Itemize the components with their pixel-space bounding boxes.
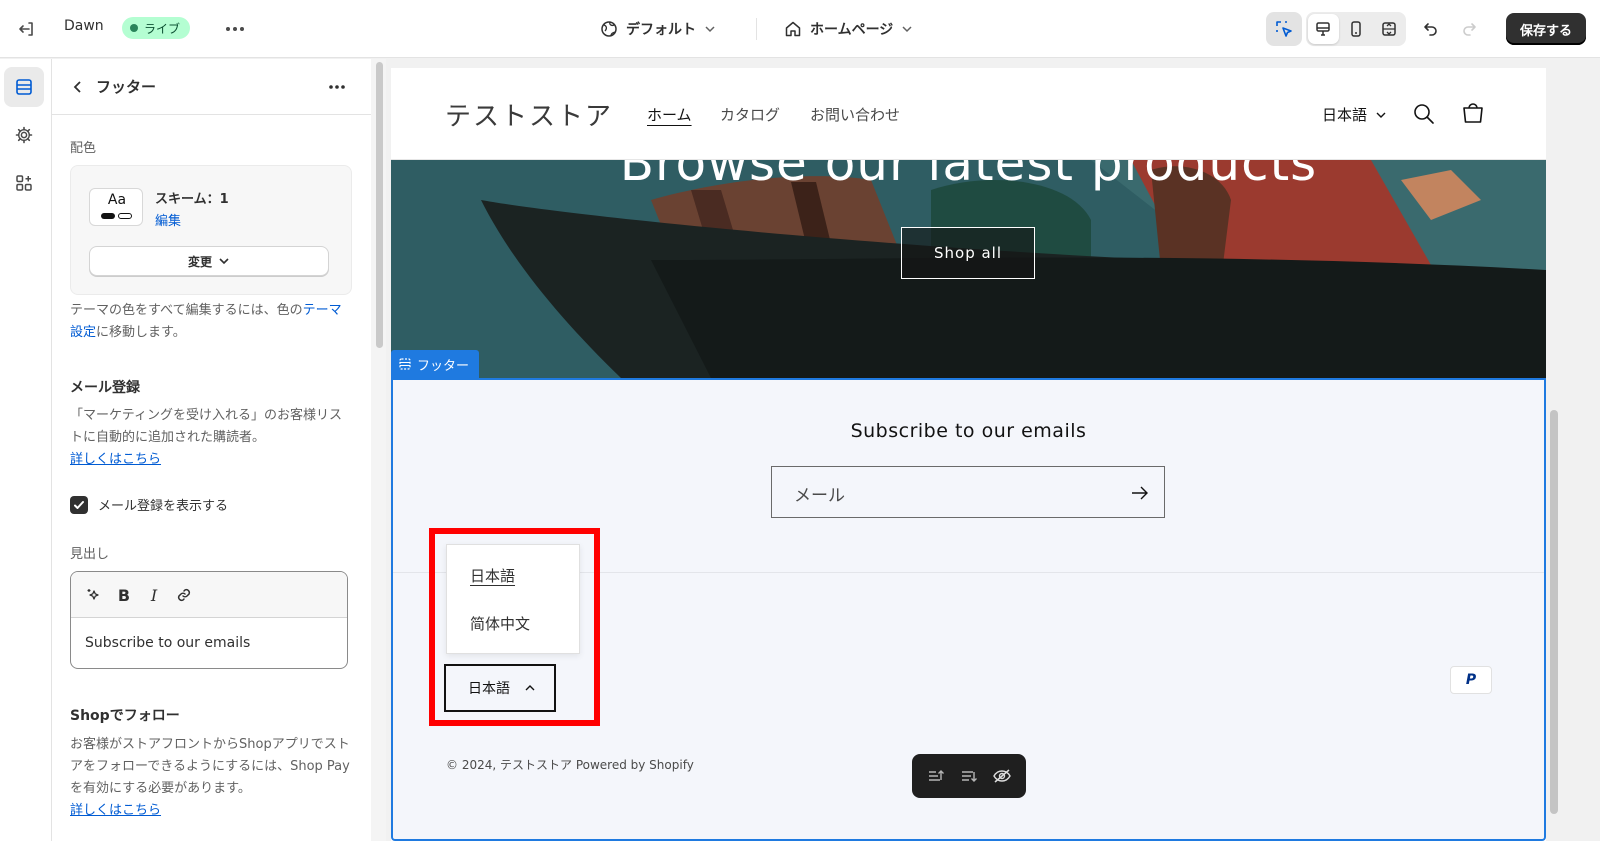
email-placeholder: メール	[794, 486, 845, 506]
shop-all-button[interactable]: Shop all	[901, 227, 1035, 279]
section-icon	[399, 358, 411, 370]
device-switcher	[1306, 12, 1406, 46]
italic-icon[interactable]: I	[141, 583, 167, 607]
shop-follow-learn-more-link[interactable]: 詳しくはこちら	[70, 803, 161, 818]
email-help-body: 「マーケティングを受け入れる」のお客様リストに自動的に追加された購読者。	[70, 408, 342, 445]
scheme-change-label: 変更	[187, 254, 212, 269]
scheme-swatch-text: Aa	[107, 192, 127, 208]
page-selector[interactable]: ホームページ	[784, 16, 913, 42]
editor-topbar: Dawn ライブ デフォルト ホームページ 保存する	[0, 0, 1600, 58]
cart-icon[interactable]	[1459, 99, 1487, 127]
show-email-label: メール登録を表示する	[98, 499, 229, 514]
color-scheme-label: 配色	[70, 141, 97, 156]
header-language-selector[interactable]: 日本語	[1322, 104, 1387, 125]
panel-header: フッター	[52, 59, 385, 115]
section-tag-label: フッター	[417, 358, 470, 374]
chevron-down-icon	[1375, 111, 1387, 119]
chevron-down-icon	[704, 25, 716, 33]
show-email-checkbox-row[interactable]: メール登録を表示する	[70, 495, 228, 514]
shop-follow-title: Shopでフォロー	[70, 708, 180, 724]
checkbox-checked-icon[interactable]	[70, 495, 88, 514]
copyright-text: © 2024, テストストア	[446, 758, 572, 772]
move-up-icon[interactable]	[922, 762, 950, 790]
theme-more-icon[interactable]	[222, 16, 248, 42]
footer-section[interactable]: Subscribe to our emails メール 日本語 简体中文 日本語…	[391, 378, 1546, 841]
scheme-swatch: Aa	[89, 188, 143, 226]
preset-label: デフォルト	[626, 22, 696, 38]
footer-copyright: © 2024, テストストア Powered by Shopify	[446, 756, 694, 773]
storefront-preview: テストストア ホーム カタログ お問い合わせ 日本語 Browse our la…	[391, 68, 1546, 841]
inspector-icon[interactable]	[1266, 12, 1302, 46]
settings-gear-icon[interactable]	[4, 115, 44, 155]
home-icon	[784, 20, 802, 38]
hero-title: Browse our latest products	[619, 160, 1318, 192]
shop-follow-help-text: お客様がストアフロントからShopアプリでストアをフォローできるようにするには、…	[70, 734, 350, 822]
search-icon[interactable]	[1411, 101, 1437, 127]
arrow-right-icon[interactable]	[1128, 481, 1152, 505]
back-chevron-icon[interactable]	[66, 75, 90, 99]
nav-item-home[interactable]: ホーム	[647, 104, 692, 125]
preview-scrollbar-thumb[interactable]	[1550, 410, 1558, 814]
email-learn-more-link[interactable]: 詳しくはこちら	[70, 452, 161, 467]
bold-icon[interactable]: B	[111, 583, 137, 607]
globe-icon	[600, 20, 618, 38]
color-help-text: テーマの色をすべて編集するには、色のテーマ設定に移動します。	[70, 300, 350, 344]
chevron-down-icon	[901, 25, 913, 33]
theme-name: Dawn	[64, 18, 104, 34]
scheme-edit-link[interactable]: 編集	[155, 210, 181, 229]
section-settings-panel: フッター 配色 Aa スキーム：1 編集 変更 テーマの色をすべて編集するには、…	[52, 59, 386, 841]
panel-more-icon[interactable]	[324, 75, 350, 99]
header-language-label: 日本語	[1322, 106, 1368, 124]
live-dot-icon	[130, 24, 138, 32]
swatch-primary-pill	[101, 213, 115, 219]
move-down-icon[interactable]	[955, 762, 983, 790]
live-status-badge: ライブ	[122, 17, 191, 39]
rte-toolbar: B I	[71, 572, 347, 618]
color-help-suffix: に移動します。	[96, 325, 186, 340]
save-button[interactable]: 保存する	[1506, 13, 1586, 45]
swatch-secondary-pill	[118, 213, 132, 219]
scheme-name: スキーム：1	[155, 192, 229, 207]
hide-eye-icon[interactable]	[988, 762, 1016, 790]
selected-section-tag[interactable]: フッター	[391, 350, 480, 378]
store-logo-text[interactable]: テストストア	[445, 96, 613, 133]
undo-icon[interactable]	[1418, 16, 1444, 42]
powered-by-link[interactable]: Powered by Shopify	[576, 758, 694, 772]
email-signup-title: メール登録	[70, 380, 140, 396]
heading-field-label: 見出し	[70, 547, 110, 562]
sections-icon[interactable]	[4, 67, 44, 107]
panel-scrollbar-thumb[interactable]	[376, 62, 383, 348]
redo-icon[interactable]	[1456, 16, 1482, 42]
color-scheme-card: Aa スキーム：1 編集 変更	[70, 165, 352, 295]
heading-value[interactable]: Subscribe to our emails	[85, 635, 250, 651]
editor-icon-rail	[0, 59, 52, 841]
link-icon[interactable]	[171, 583, 197, 607]
nav-item-catalog[interactable]: カタログ	[720, 104, 780, 125]
exit-icon[interactable]	[14, 16, 40, 42]
paypal-icon: P	[1450, 666, 1492, 694]
scheme-change-button[interactable]: 変更	[89, 246, 329, 276]
topbar-divider	[756, 18, 757, 40]
apps-icon[interactable]	[4, 163, 44, 203]
highlight-annotation-box	[429, 528, 600, 726]
nav-item-contact[interactable]: お問い合わせ	[810, 104, 900, 125]
panel-title: フッター	[96, 78, 157, 96]
shop-follow-help-body: お客様がストアフロントからShopアプリでストアをフォローできるようにするには、…	[70, 737, 350, 796]
email-help-text: 「マーケティングを受け入れる」のお客様リストに自動的に追加された購読者。 詳しく…	[70, 405, 350, 471]
color-help-prefix: テーマの色をすべて編集するには、色の	[70, 303, 303, 318]
subscribe-title: Subscribe to our emails	[850, 420, 1087, 442]
preset-selector[interactable]: デフォルト	[600, 16, 716, 42]
live-status-label: ライブ	[144, 21, 181, 36]
chevron-down-icon	[218, 257, 230, 265]
mobile-view-icon[interactable]	[1341, 14, 1372, 44]
fullscreen-view-icon[interactable]	[1373, 14, 1404, 44]
heading-rich-text-editor: B I Subscribe to our emails	[70, 571, 348, 669]
page-label: ホームページ	[810, 22, 894, 38]
email-input[interactable]: メール	[771, 466, 1165, 518]
store-header: テストストア ホーム カタログ お問い合わせ 日本語	[391, 68, 1546, 160]
section-floating-toolbar	[912, 754, 1026, 798]
ai-sparkle-icon[interactable]	[81, 583, 107, 607]
hero-banner: Browse our latest products Shop all	[391, 160, 1546, 378]
desktop-view-icon[interactable]	[1308, 14, 1339, 44]
